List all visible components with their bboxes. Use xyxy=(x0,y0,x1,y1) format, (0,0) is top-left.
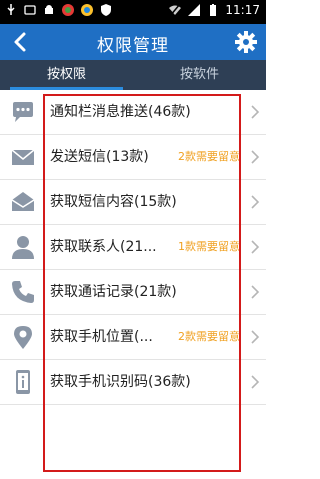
permission-label: 获取手机位置(... xyxy=(50,329,153,345)
chevron-right-icon xyxy=(251,375,260,389)
warning-note: 2款需要留意 xyxy=(178,150,240,163)
permission-label: 获取通话记录(21款) xyxy=(50,284,177,300)
chat-bubble-icon xyxy=(13,102,33,122)
list-item-call-log[interactable]: 获取通话记录(21款) xyxy=(0,270,266,315)
tab-bar: 按权限 按软件 xyxy=(0,60,266,90)
permission-label: 发送短信(13款) xyxy=(50,149,149,165)
phone-info-icon xyxy=(16,370,30,394)
permission-label: 获取联系人(21... xyxy=(50,239,157,255)
phone-icon xyxy=(12,281,34,303)
tab-by-permission[interactable]: 按权限 xyxy=(0,60,133,90)
tab-by-app[interactable]: 按软件 xyxy=(133,60,266,90)
chevron-right-icon xyxy=(251,105,260,119)
permission-label: 获取手机识别码(36款) xyxy=(50,374,191,390)
android-icon xyxy=(45,5,53,14)
status-time: 11:17 xyxy=(225,3,260,17)
shield-icon xyxy=(101,4,111,16)
app-bar: 权限管理 xyxy=(0,24,266,60)
gear-icon[interactable] xyxy=(234,30,258,54)
chevron-right-icon xyxy=(251,330,260,344)
colorful-app-icon xyxy=(62,4,74,16)
list-item-notification-push[interactable]: 通知栏消息推送(46款) xyxy=(0,90,266,135)
envelope-icon xyxy=(11,149,35,165)
permission-label: 通知栏消息推送(46款) xyxy=(50,104,191,120)
permission-list: 通知栏消息推送(46款) 发送短信(13款) 2款需要留意 获取短信内容(15款… xyxy=(0,90,266,405)
list-item-device-id[interactable]: 获取手机识别码(36款) xyxy=(0,360,266,405)
usb-icon xyxy=(7,4,15,15)
chevron-right-icon xyxy=(251,285,260,299)
list-item-location[interactable]: 获取手机位置(... 2款需要留意 xyxy=(0,315,266,360)
status-bar: 11:17 xyxy=(0,0,266,24)
system-status: 11:17 xyxy=(168,3,260,17)
battery-icon xyxy=(210,4,217,16)
chevron-right-icon xyxy=(251,150,260,164)
list-item-read-sms[interactable]: 获取短信内容(15款) xyxy=(0,180,266,225)
list-item-contacts[interactable]: 获取联系人(21... 1款需要留意 xyxy=(0,225,266,270)
list-item-send-sms[interactable]: 发送短信(13款) 2款需要留意 xyxy=(0,135,266,180)
warning-note: 2款需要留意 xyxy=(178,330,240,343)
app-notification-icon xyxy=(24,5,36,15)
notification-icons xyxy=(4,3,113,17)
person-icon xyxy=(12,236,34,259)
warning-note: 1款需要留意 xyxy=(178,240,240,253)
colorful-app-icon-2 xyxy=(81,4,93,16)
chevron-right-icon xyxy=(251,240,260,254)
signal-icon xyxy=(188,4,201,16)
page-title: 权限管理 xyxy=(97,36,169,56)
permission-label: 获取短信内容(15款) xyxy=(50,194,177,210)
wifi-off-icon xyxy=(169,3,182,17)
location-pin-icon xyxy=(14,326,32,349)
chevron-right-icon xyxy=(251,195,260,209)
open-envelope-icon xyxy=(11,192,35,211)
